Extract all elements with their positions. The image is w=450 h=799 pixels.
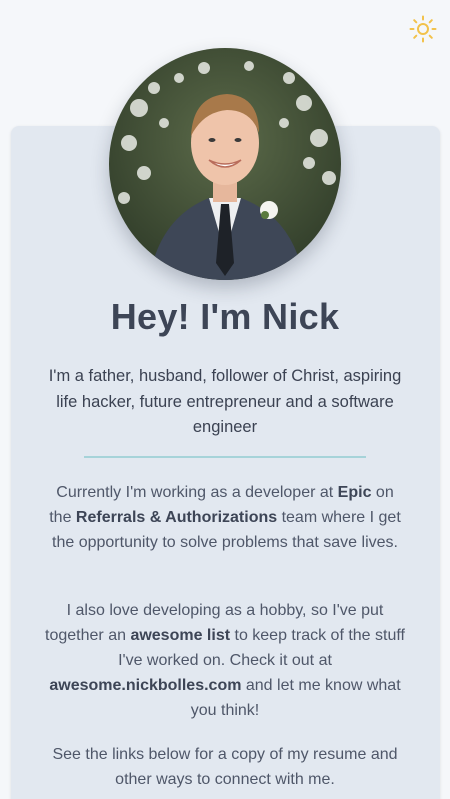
awesome-site-link[interactable]: awesome.nickbolles.com: [49, 677, 241, 694]
avatar: [109, 48, 341, 280]
tagline: I'm a father, husband, follower of Chris…: [48, 367, 402, 436]
sun-icon: [409, 15, 437, 43]
about-paragraph-work: Currently I'm working as a developer at …: [49, 484, 401, 551]
divider: [84, 456, 366, 458]
page-title: Hey! I'm Nick: [110, 296, 340, 337]
awesome-list-link[interactable]: awesome list: [130, 627, 230, 644]
about-paragraph-links: See the links below for a copy of my res…: [52, 746, 398, 788]
company-name: Epic: [337, 484, 372, 501]
profile-photo: [109, 48, 341, 280]
about-paragraph-hobby: I also love developing as a hobby, so I'…: [45, 602, 405, 719]
theme-toggle-button[interactable]: [408, 14, 438, 44]
team-name: Referrals & Authorizations: [75, 509, 278, 526]
